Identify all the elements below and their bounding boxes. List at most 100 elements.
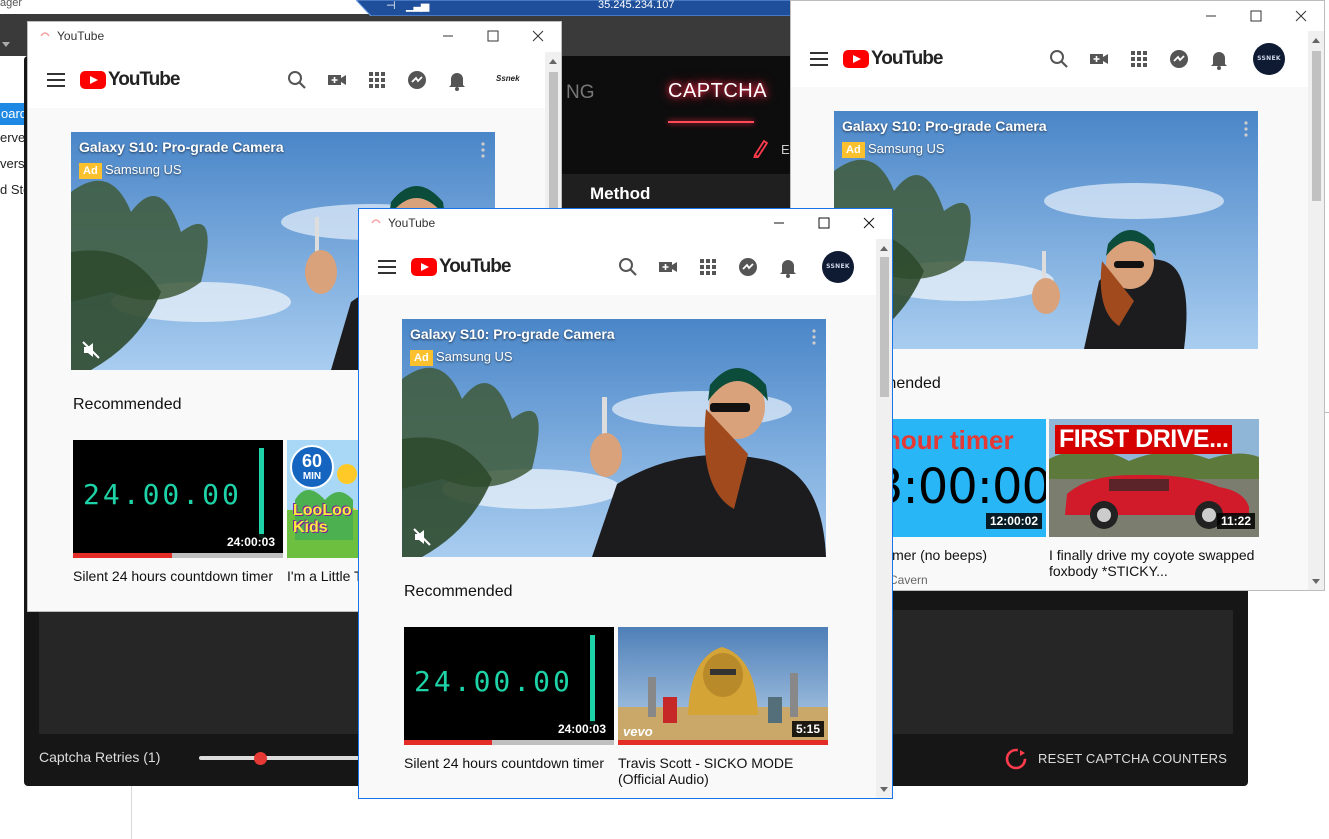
badge-unit: MIN [302,471,322,482]
ad-title[interactable]: Galaxy S10: Pro-grade Camera [410,326,615,342]
scroll-up-icon[interactable] [549,59,557,64]
ad-title[interactable]: Galaxy S10: Pro-grade Camera [79,139,284,155]
captcha-retries-label: Captcha Retries (1) [39,749,161,765]
pencil-icon[interactable] [752,138,768,158]
video-thumbnail[interactable]: 60 MIN LooLoo Kids [287,440,367,558]
ad-video-player[interactable]: Galaxy S10: Pro-grade Camera Ad Samsung … [402,319,826,557]
video-title[interactable]: I'm a Little T... English with [287,568,367,584]
video-thumbnail[interactable]: vevo 5:15 [618,627,828,745]
ad-sponsor[interactable]: Samsung US [436,349,513,364]
apps-grid-icon[interactable] [366,69,388,91]
avatar[interactable]: Ssnek [496,74,520,83]
ad-badge: Ad [410,350,433,366]
minimize-icon[interactable] [440,28,456,44]
maximize-icon[interactable] [485,28,501,44]
notifications-bell-icon[interactable] [777,256,799,278]
youtube-logo-text[interactable]: YouTube [871,48,943,70]
menu-icon[interactable] [376,256,398,278]
ad-sponsor[interactable]: Samsung US [868,141,945,156]
search-icon[interactable] [286,69,308,91]
method-label: Method [590,184,651,203]
video-duration: 11:22 [1216,513,1255,529]
youtube-logo-icon[interactable] [80,71,106,89]
close-icon[interactable] [530,28,546,44]
youtube-app-icon [371,219,381,224]
captcha-retries-slider[interactable] [199,756,359,760]
tab-captcha[interactable]: CAPTCHA [668,80,767,103]
scrollbar[interactable] [1308,31,1324,590]
youtube-logo-icon[interactable] [843,50,869,68]
ad-video-player[interactable]: Galaxy S10: Pro-grade Camera Ad Samsung … [834,111,1258,349]
video-title[interactable]: I finally drive my coyote swapped foxbod… [1049,547,1259,579]
sidebar-item-dashboard[interactable]: oard [0,103,26,125]
maximize-icon[interactable] [1248,8,1264,24]
search-icon[interactable] [617,256,639,278]
video-channel[interactable]: Cavern [889,573,928,587]
tab-previous[interactable]: NG [566,82,595,104]
video-camera-icon[interactable] [1088,48,1110,70]
apps-grid-icon[interactable] [697,256,719,278]
edit-label: E [781,142,790,157]
scroll-down-icon[interactable] [880,787,888,792]
menu-icon[interactable] [45,69,67,91]
avatar[interactable]: SSNEK [1253,43,1285,75]
sidebar-item-drivers[interactable]: vers [0,156,25,171]
ad-badge: Ad [842,142,865,158]
minimize-icon[interactable] [1203,8,1219,24]
video-title[interactable]: Travis Scott - SICKO MODE (Official Audi… [618,755,828,787]
close-icon[interactable] [1293,8,1309,24]
messages-icon[interactable] [737,256,759,278]
video-thumbnail[interactable]: 24.00.00 24:00:03 [404,627,614,745]
video-thumbnail[interactable]: 24.00.00 24:00:03 [73,440,283,558]
more-options-icon[interactable] [812,329,816,345]
avatar[interactable]: SSNEK [822,251,854,283]
watch-progress-bar [73,553,283,558]
scroll-thumb[interactable] [1312,51,1321,201]
youtube-logo-text[interactable]: YouTube [108,69,180,91]
remote-host-address: 35.245.234.107 [598,0,675,11]
video-duration: 24:00:03 [553,721,610,737]
apps-grid-icon[interactable] [1128,48,1150,70]
notifications-bell-icon[interactable] [446,69,468,91]
slider-handle[interactable] [253,752,267,765]
scroll-thumb[interactable] [880,257,889,397]
youtube-logo-text[interactable]: YouTube [439,256,511,278]
scroll-down-icon[interactable] [1312,579,1320,584]
video-title[interactable]: Silent 24 hours countdown timer [73,568,273,584]
sidebar-item-servers[interactable]: erve [0,130,25,145]
ad-sponsor[interactable]: Samsung US [105,162,182,177]
vevo-logo: vevo [623,724,653,739]
thumbnail-caption: 24.00.00 [414,665,573,698]
ad-title[interactable]: Galaxy S10: Pro-grade Camera [842,118,1047,134]
notifications-bell-icon[interactable] [1208,48,1230,70]
scroll-up-icon[interactable] [1312,38,1320,43]
mute-icon[interactable] [81,340,101,360]
video-thumbnail[interactable]: hour timer 3:00:00 12:00:02 [881,419,1046,537]
more-options-icon[interactable] [1244,121,1248,137]
ad-badge: Ad [79,163,102,179]
duration-badge: 60 MIN [290,445,334,489]
refresh-icon[interactable] [1005,748,1027,770]
video-camera-icon[interactable] [657,256,679,278]
video-thumbnail[interactable]: FIRST DRIVE... 11:22 [1049,419,1259,537]
chevron-down-icon[interactable] [2,42,10,47]
video-title[interactable]: Silent 24 hours countdown timer [404,755,604,771]
messages-icon[interactable] [406,69,428,91]
messages-icon[interactable] [1168,48,1190,70]
minimize-icon[interactable] [771,215,787,231]
youtube-header: YouTube SSNEK [791,31,1324,87]
scrollbar[interactable] [876,239,892,798]
maximize-icon[interactable] [816,215,832,231]
scroll-up-icon[interactable] [880,246,888,251]
menu-icon[interactable] [808,48,830,70]
search-icon[interactable] [1048,48,1070,70]
video-title[interactable]: imer (no beeps) [889,547,1049,563]
reset-captcha-counters-button[interactable]: RESET CAPTCHA COUNTERS [1038,751,1227,766]
window-title: YouTube [388,216,436,230]
close-icon[interactable] [861,215,877,231]
mute-icon[interactable] [412,527,432,547]
pin-icon[interactable]: ⊣ [386,0,396,12]
video-camera-icon[interactable] [326,69,348,91]
more-options-icon[interactable] [481,142,485,158]
youtube-logo-icon[interactable] [411,258,437,276]
